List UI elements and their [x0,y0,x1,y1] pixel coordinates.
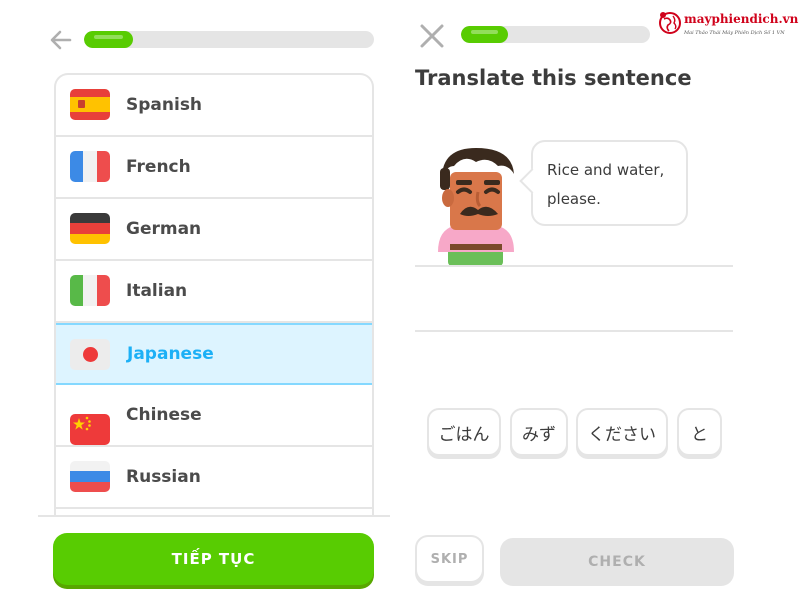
language-label: Russian [126,467,201,487]
language-option-german[interactable]: German [56,199,372,261]
language-option-chinese[interactable]: Chinese [56,385,372,447]
language-list: Spanish French German Italian Japanese C… [54,73,374,516]
japan-flag-icon [70,339,110,370]
italy-flag-icon [70,275,110,306]
divider [38,515,390,517]
speech-bubble: Rice and water, please. [531,140,688,226]
france-flag-icon [70,151,110,182]
character-illustration [438,148,514,266]
language-option-russian[interactable]: Russian [56,447,372,509]
germany-flag-icon [70,213,110,244]
language-label: Spanish [126,95,203,115]
language-option-italian[interactable]: Italian [56,261,372,323]
language-label: Japanese [127,344,214,364]
check-button[interactable]: CHECK [500,538,734,586]
answer-line [415,265,733,267]
speech-bubble-line: please. [547,190,601,208]
watermark-logo: mayphiendich.vn Mai Thảo Thái Máy Phiên … [658,10,799,42]
progress-bar [461,26,650,43]
progress-bar-fill [461,26,509,43]
china-flag-icon [70,413,110,445]
arrow-left-icon[interactable] [48,27,74,53]
progress-bar-fill [84,31,134,48]
speech-bubble-line: Rice and water, [547,161,665,179]
word-tile[interactable]: ください [576,408,668,456]
watermark-name: mayphiendich.vn [684,12,799,26]
globe-pin-icon [659,12,681,34]
language-option-french[interactable]: French [56,137,372,199]
language-label: Italian [126,281,188,301]
language-label: French [126,157,191,177]
continue-button[interactable]: TIẾP TỤC [53,533,374,585]
language-option-spanish[interactable]: Spanish [56,75,372,137]
page-title: Translate this sentence [415,66,692,90]
language-label: Chinese [126,405,202,425]
close-icon[interactable] [418,22,446,50]
answer-line [415,330,733,332]
watermark-tagline: Mai Thảo Thái Máy Phiên Dịch Số 1 VN [684,30,785,36]
russia-flag-icon [70,461,110,492]
word-tile[interactable]: ごはん [427,408,501,456]
language-label: German [126,219,202,239]
word-tile[interactable]: と [677,408,722,456]
progress-bar [84,31,374,48]
word-tile[interactable]: みず [510,408,568,456]
spain-flag-icon [70,89,110,120]
skip-button[interactable]: SKIP [415,535,484,583]
language-option-japanese[interactable]: Japanese [56,323,372,385]
